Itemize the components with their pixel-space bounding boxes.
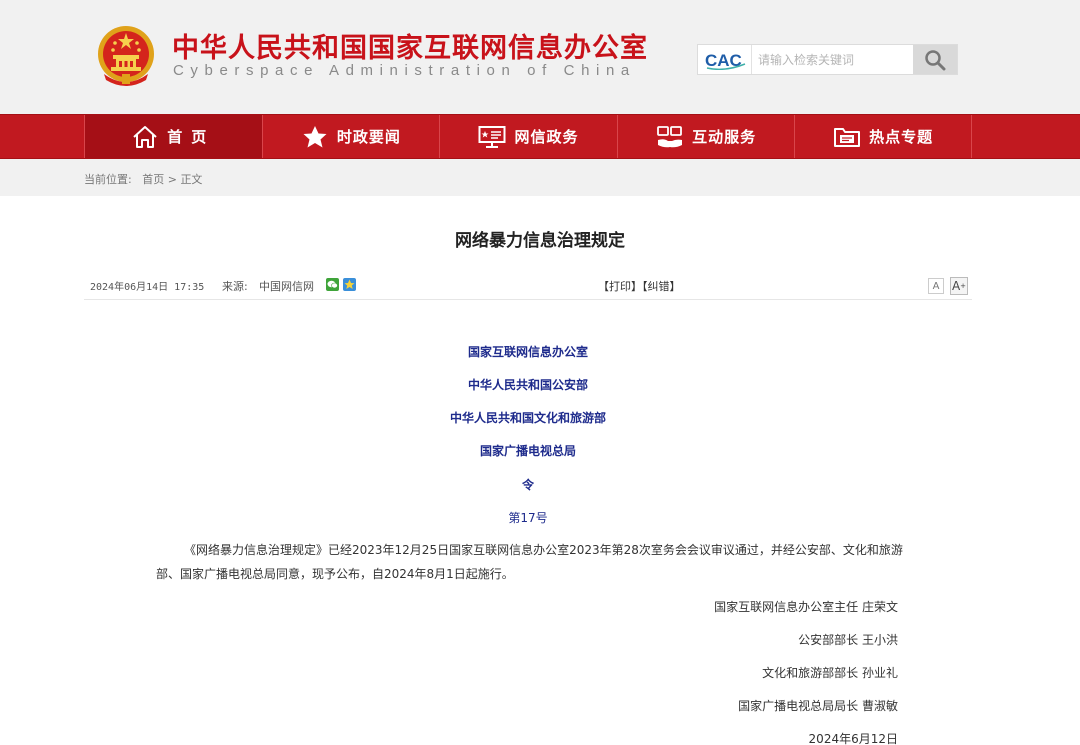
- breadcrumb-prefix: 当前位置:: [84, 173, 132, 186]
- site-title[interactable]: 中华人民共和国国家互联网信息办公室: [172, 26, 648, 65]
- plus-icon: +: [960, 282, 967, 290]
- breadcrumb-current: 正文: [180, 173, 203, 186]
- issuer-line: 国家广播电视总局: [479, 444, 576, 458]
- main-nav: 首页 时政要闻 网信政务 互动服务 热点专题: [0, 114, 1080, 159]
- nav-label: 首页: [167, 128, 216, 146]
- monitor-icon: [478, 125, 506, 149]
- breadcrumb: 当前位置: 首页 > 正文: [84, 171, 202, 187]
- issuer-line: 中华人民共和国公安部: [467, 378, 588, 392]
- breadcrumb-separator: >: [167, 173, 177, 186]
- nav-label: 互动服务: [692, 128, 757, 146]
- nav-label: 网信政务: [514, 128, 579, 146]
- nav-label: 热点专题: [869, 128, 934, 146]
- breadcrumb-bar: 当前位置: 首页 > 正文: [0, 159, 1080, 196]
- signature-line: 文化和旅游部部长 孙业礼: [762, 666, 898, 680]
- national-emblem-icon[interactable]: [96, 24, 156, 88]
- print-link[interactable]: 【打印】: [598, 280, 642, 293]
- folder-icon: [833, 125, 861, 149]
- signature-date: 2024年6月12日: [808, 732, 898, 745]
- breadcrumb-home-link[interactable]: 首页: [142, 173, 164, 186]
- nav-label: 时政要闻: [336, 128, 401, 146]
- qzone-share-icon[interactable]: [343, 278, 356, 291]
- wechat-share-icon[interactable]: [326, 278, 339, 291]
- source-name: 中国网信网: [259, 280, 314, 293]
- handshake-icon: [656, 125, 684, 149]
- nav-item-home[interactable]: 首页: [84, 115, 262, 158]
- decree-label: 令: [521, 478, 534, 492]
- article-meta: 2024年06月14日 17:35 来源: 中国网信网 【打印】【纠错】 A A…: [84, 272, 972, 300]
- nav-item-affairs[interactable]: 网信政务: [439, 115, 617, 158]
- star-icon: [301, 125, 329, 149]
- search-button[interactable]: [913, 45, 957, 74]
- font-decrease-button[interactable]: A: [928, 278, 944, 294]
- cac-logo[interactable]: CAC: [698, 45, 752, 74]
- site-subtitle: Cyberspace Administration of China: [173, 62, 636, 79]
- issuer-line: 中华人民共和国文化和旅游部: [449, 411, 606, 425]
- font-increase-label: A: [951, 279, 961, 293]
- decree-number: 第17号: [508, 511, 548, 525]
- article-title: 网络暴力信息治理规定: [455, 231, 625, 251]
- search-input[interactable]: [754, 47, 912, 72]
- issuer-line: 国家互联网信息办公室: [467, 345, 588, 359]
- nav-item-service[interactable]: 互动服务: [616, 115, 795, 158]
- nav-item-news[interactable]: 时政要闻: [261, 115, 440, 158]
- signature-line: 公安部部长 王小洪: [798, 633, 898, 647]
- nav-item-topics[interactable]: 热点专题: [794, 115, 972, 158]
- publish-date: 2024年06月14日 17:35: [90, 282, 205, 293]
- signature-line: 国家互联网信息办公室主任 庄荣文: [714, 600, 898, 614]
- search-box: CAC: [697, 44, 958, 75]
- source-label: 来源:: [222, 280, 248, 293]
- article-body-paragraph: 《网络暴力信息治理规定》已经2023年12月25日国家互联网信息办公室2023年…: [156, 543, 903, 581]
- signature-line: 国家广播电视总局局长 曹淑敏: [738, 699, 898, 713]
- search-icon: [925, 49, 946, 70]
- site-header: 中华人民共和国国家互联网信息办公室 Cyberspace Administrat…: [0, 0, 1080, 114]
- font-increase-button[interactable]: A +: [950, 277, 968, 295]
- home-icon: [131, 125, 159, 149]
- article-tools: 【打印】【纠错】: [598, 278, 681, 294]
- cac-logo-icon: CAC: [705, 51, 745, 70]
- correct-link[interactable]: 【纠错】: [642, 280, 681, 293]
